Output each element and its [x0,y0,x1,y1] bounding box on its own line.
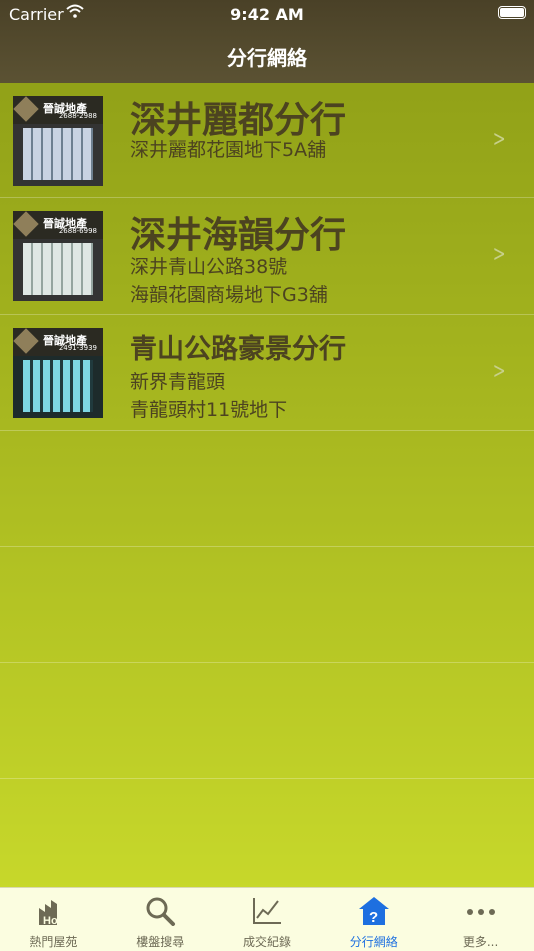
tab-property-search[interactable]: 樓盤搜尋 [107,888,214,951]
empty-row [0,431,534,547]
branch-address-line: 海韻花園商場地下G3舖 [130,284,328,306]
branch-list: 晉誠地產 2688-2988 深井麗都分行 深井麗都花園地下5A舖 > 晉誠地產… [0,83,534,895]
svg-text:?: ? [369,909,378,926]
branch-row-hoi-wan[interactable]: 晉誠地產 2688-6998 深井海韻分行 深井青山公路38號 海韻花園商場地下… [0,198,534,315]
empty-row [0,663,534,779]
page-title: 分行網絡 [227,46,307,70]
chevron-right-icon: > [492,127,506,152]
tab-label: 分行網絡 [349,935,398,949]
branch-photo: 晉誠地產 2491-3939 [13,328,103,418]
question-house-icon: ? [358,897,389,926]
tab-label: 樓盤搜尋 [136,935,185,949]
battery-icon [498,6,526,19]
branch-address-line: 深井青山公路38號 [130,256,288,278]
status-bar: Carrier 9:42 AM [0,0,534,28]
empty-row [0,547,534,663]
navigation-bar: Carrier 9:42 AM 分行網絡 [0,0,534,83]
tab-label: 成交紀錄 [242,935,291,949]
tab-bar: Hot 熱門屋苑 樓盤搜尋 成交紀錄 ? 分行網絡 更多... [0,887,534,951]
branch-row-castle-peak-road[interactable]: 晉誠地產 2491-3939 青山公路豪景分行 新界青龍頭 青龍頭村11號地下 … [0,315,534,431]
branch-address-line: 深井麗都花園地下5A舖 [130,139,327,161]
branch-name: 青山公路豪景分行 [130,334,346,365]
chevron-right-icon: > [492,359,506,384]
tab-label: 熱門屋苑 [29,935,78,949]
tab-branch-network[interactable]: ? 分行網絡 [320,888,427,951]
search-icon [146,897,176,926]
svg-text:Hot: Hot [43,915,62,926]
branch-address-line: 青龍頭村11號地下 [130,399,288,421]
more-dots-icon [466,909,495,915]
line-chart-icon [252,898,281,924]
tab-hot-estates[interactable]: Hot 熱門屋苑 [0,888,107,951]
branch-name: 深井海韻分行 [130,215,347,256]
photo-phone-label: 2688-6998 [58,227,97,235]
empty-row [0,779,534,895]
branch-photo: 晉誠地產 2688-6998 [13,211,103,301]
hot-building-icon: Hot [39,900,62,926]
branch-address-line: 新界青龍頭 [130,371,226,393]
chevron-right-icon: > [492,242,506,267]
branch-photo: 晉誠地產 2688-2988 [13,96,103,186]
photo-phone-label: 2491-3939 [58,344,97,352]
tab-label: 更多... [462,935,499,949]
tab-transactions[interactable]: 成交紀錄 [214,888,321,951]
tab-more[interactable]: 更多... [427,888,534,951]
photo-phone-label: 2688-2988 [58,112,97,120]
clock: 9:42 AM [230,5,304,24]
branch-row-lido[interactable]: 晉誠地產 2688-2988 深井麗都分行 深井麗都花園地下5A舖 > [0,83,534,198]
